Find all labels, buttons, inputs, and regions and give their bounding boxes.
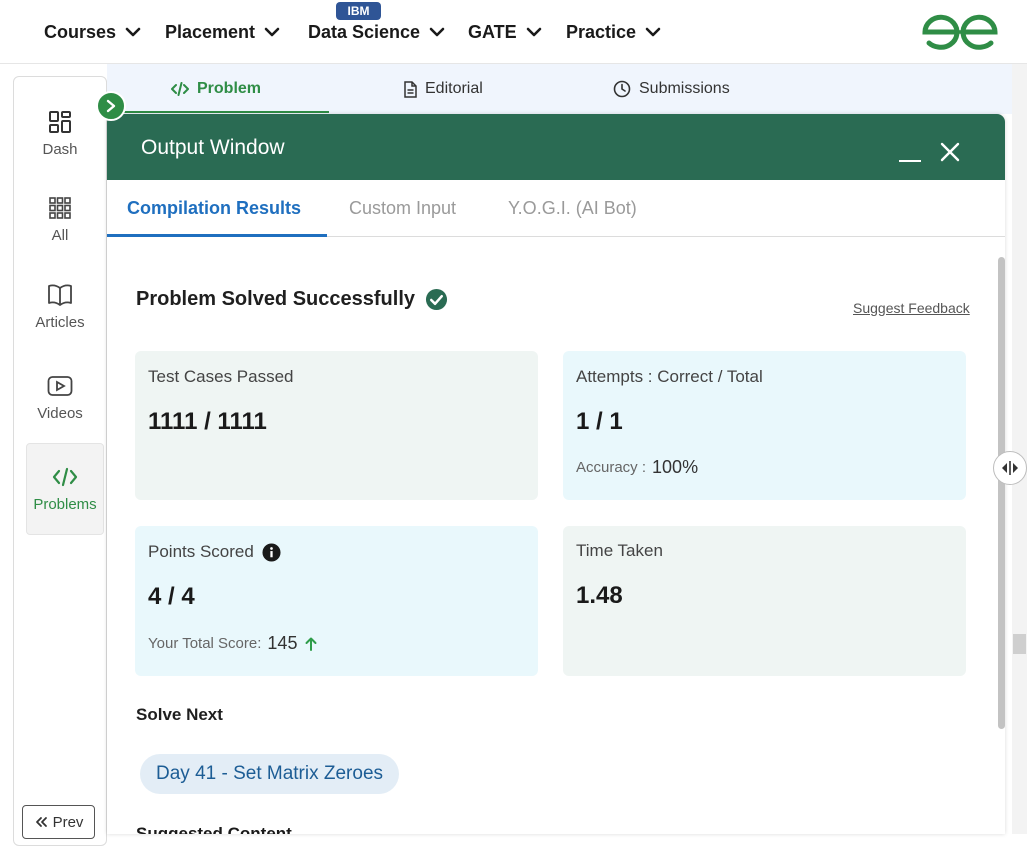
dashboard-icon xyxy=(47,109,73,135)
tab-compilation-results[interactable]: Compilation Results xyxy=(127,198,301,219)
double-chevron-left-icon xyxy=(35,817,47,827)
grid-icon xyxy=(47,195,73,221)
book-icon xyxy=(47,282,73,308)
top-navbar: Courses Placement IBM Data Science GATE … xyxy=(0,0,1027,64)
info-icon[interactable] xyxy=(262,542,281,562)
code-icon xyxy=(171,82,189,96)
points-card: Points Scored 4 / 4 Your Total Score: 14… xyxy=(135,526,538,676)
sidebar-item-articles[interactable]: Articles xyxy=(14,280,106,366)
output-tabs: Compilation Results Custom Input Y.O.G.I… xyxy=(107,180,1005,237)
chevron-down-icon xyxy=(645,27,661,37)
check-circle-icon xyxy=(425,288,448,311)
page-scrollbar[interactable] xyxy=(1012,64,1027,834)
resize-handle-icon[interactable] xyxy=(993,451,1027,485)
arrow-up-icon xyxy=(305,637,317,651)
nav-practice[interactable]: Practice xyxy=(566,20,661,44)
output-scrollbar[interactable] xyxy=(998,257,1005,729)
chevron-down-icon xyxy=(264,27,280,37)
card-value: 1 / 1 xyxy=(576,408,623,435)
clock-icon xyxy=(613,80,631,98)
total-score-value: 145 xyxy=(267,633,298,653)
card-label: Time Taken xyxy=(576,541,663,560)
video-icon xyxy=(47,373,73,399)
test-cases-card: Test Cases Passed 1111 / 1111 xyxy=(135,351,538,500)
output-window-header: Output Window xyxy=(107,114,1005,180)
card-value: 1.48 xyxy=(576,582,623,609)
total-score-row: Your Total Score: 145 xyxy=(148,633,317,654)
code-icon xyxy=(52,464,78,490)
expand-panel-button[interactable] xyxy=(96,91,126,121)
attempts-card: Attempts : Correct / Total 1 / 1 Accurac… xyxy=(563,351,966,500)
tab-yogi-ai-bot[interactable]: Y.O.G.I. (AI Bot) xyxy=(508,198,637,219)
output-window: Output Window Compilation Results Custom… xyxy=(107,114,1005,834)
nav-gate[interactable]: GATE xyxy=(468,20,542,44)
tab-submissions[interactable]: Submissions xyxy=(613,64,730,114)
card-label: Points Scored xyxy=(148,542,281,562)
active-output-tab-indicator xyxy=(107,234,327,237)
document-icon xyxy=(404,80,417,98)
accuracy-row: Accuracy : 100% xyxy=(576,457,699,477)
active-tab-indicator xyxy=(107,111,329,113)
accuracy-value: 100% xyxy=(652,457,699,477)
card-value: 1111 / 1111 xyxy=(148,408,267,435)
ibm-badge: IBM xyxy=(336,2,381,20)
problem-tabs: Problem Editorial Submissions xyxy=(107,64,1012,114)
time-card: Time Taken 1.48 xyxy=(563,526,966,676)
sidebar-item-dash[interactable]: Dash xyxy=(14,107,106,193)
chevron-down-icon xyxy=(125,27,141,37)
tab-custom-input[interactable]: Custom Input xyxy=(349,198,456,219)
sidebar-item-problems[interactable]: Problems xyxy=(26,443,104,535)
left-sidebar: Dash All Articles Videos Problems xyxy=(13,76,107,846)
status-heading: Problem Solved Successfully xyxy=(136,288,448,311)
chevron-down-icon xyxy=(429,27,445,37)
tab-editorial[interactable]: Editorial xyxy=(403,64,483,114)
chevron-down-icon xyxy=(526,27,541,37)
card-label: Attempts : Correct / Total xyxy=(576,367,763,386)
next-problem-link[interactable]: Day 41 - Set Matrix Zeroes xyxy=(140,754,400,794)
nav-courses[interactable]: Courses xyxy=(44,20,141,44)
suggest-feedback-link[interactable]: Suggest Feedback xyxy=(853,300,970,316)
sidebar-item-all[interactable]: All xyxy=(14,193,106,279)
solve-next-heading: Solve Next xyxy=(136,705,223,724)
nav-data-science[interactable]: Data Science xyxy=(308,20,445,44)
page-scrollbar-thumb[interactable] xyxy=(1013,634,1026,654)
card-value: 4 / 4 xyxy=(148,583,195,610)
close-icon[interactable] xyxy=(940,142,960,162)
output-window-title: Output Window xyxy=(141,136,285,159)
minimize-icon[interactable] xyxy=(899,160,921,162)
tab-problem[interactable]: Problem xyxy=(171,64,261,114)
card-label: Test Cases Passed xyxy=(148,367,294,386)
nav-placement[interactable]: Placement xyxy=(165,20,280,44)
chevron-right-icon xyxy=(106,99,116,113)
gfg-logo-icon[interactable] xyxy=(921,13,999,56)
prev-button[interactable]: Prev xyxy=(22,805,95,839)
